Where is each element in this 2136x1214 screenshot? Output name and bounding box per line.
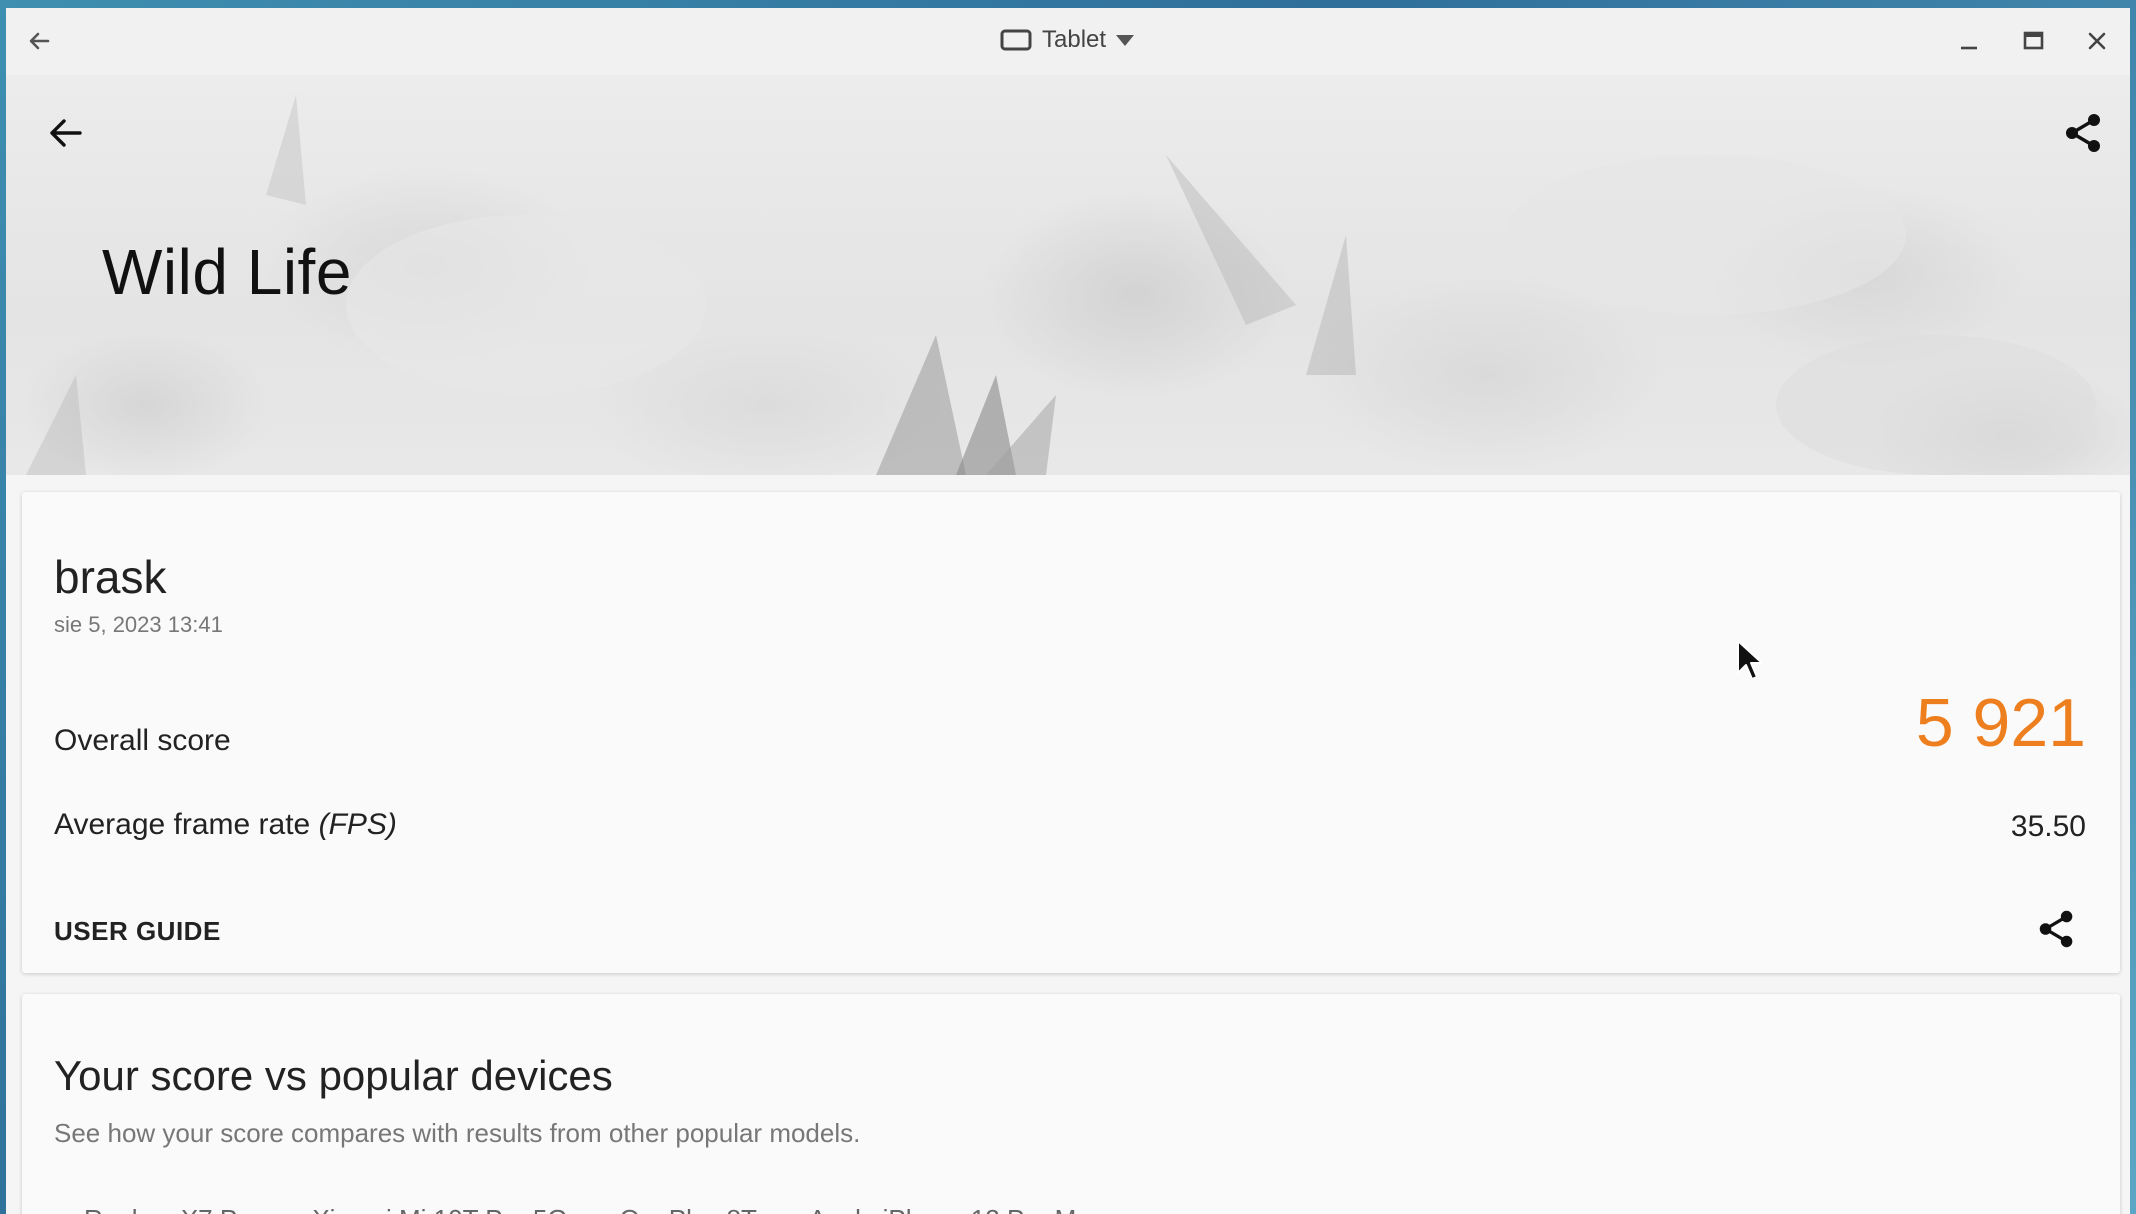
device-tab[interactable]: Realme X7 Pro bbox=[84, 1204, 260, 1214]
app-window: Tablet Wild Life brask sie 5, 2023 13:41… bbox=[6, 8, 2130, 1214]
back-arrow-icon[interactable] bbox=[24, 26, 54, 56]
minimize-icon[interactable] bbox=[1952, 24, 1986, 58]
result-date: sie 5, 2023 13:41 bbox=[54, 612, 223, 637]
comparison-title: Your score vs popular devices bbox=[54, 1052, 613, 1099]
result-card: brask sie 5, 2023 13:41 Overall score 5 … bbox=[22, 492, 2120, 973]
user-name: brask bbox=[54, 551, 167, 603]
comparison-subtitle: See how your score compares with results… bbox=[54, 1118, 861, 1148]
back-arrow-icon[interactable] bbox=[42, 109, 90, 157]
page-title: Wild Life bbox=[102, 236, 352, 308]
fps-label-text: Average frame rate bbox=[54, 808, 319, 841]
comparison-card: Your score vs popular devices See how yo… bbox=[22, 994, 2120, 1214]
user-guide-button[interactable]: USER GUIDE bbox=[54, 916, 221, 947]
mouse-pointer-icon bbox=[1737, 640, 1763, 680]
close-icon[interactable] bbox=[2080, 24, 2114, 58]
dropdown-caret-icon bbox=[1116, 34, 1135, 46]
share-icon[interactable] bbox=[2034, 906, 2080, 952]
tablet-mode-label: Tablet bbox=[1042, 26, 1107, 53]
fps-label: Average frame rate (FPS) bbox=[54, 808, 397, 842]
device-tabs: Realme X7 Pro Xiaomi Mi 10T Pro 5G OnePl… bbox=[84, 1204, 1104, 1214]
device-tab[interactable]: Apple iPhone 12 Pro Max bbox=[809, 1204, 1104, 1214]
device-tab[interactable]: OnePlus 8T bbox=[620, 1204, 757, 1214]
hero-banner: Wild Life bbox=[6, 75, 2130, 475]
tablet-icon bbox=[1000, 29, 1032, 51]
fps-label-unit: (FPS) bbox=[318, 808, 397, 841]
device-tab[interactable]: Xiaomi Mi 10T Pro 5G bbox=[312, 1204, 567, 1214]
maximize-icon[interactable] bbox=[2016, 24, 2050, 58]
overall-score-value: 5 921 bbox=[1915, 685, 2086, 761]
fps-value: 35.50 bbox=[2010, 810, 2086, 843]
overall-score-label: Overall score bbox=[54, 724, 231, 757]
window-titlebar: Tablet bbox=[6, 8, 2130, 76]
share-icon[interactable] bbox=[2060, 109, 2108, 157]
tablet-mode-dropdown[interactable]: Tablet bbox=[1000, 22, 1135, 58]
